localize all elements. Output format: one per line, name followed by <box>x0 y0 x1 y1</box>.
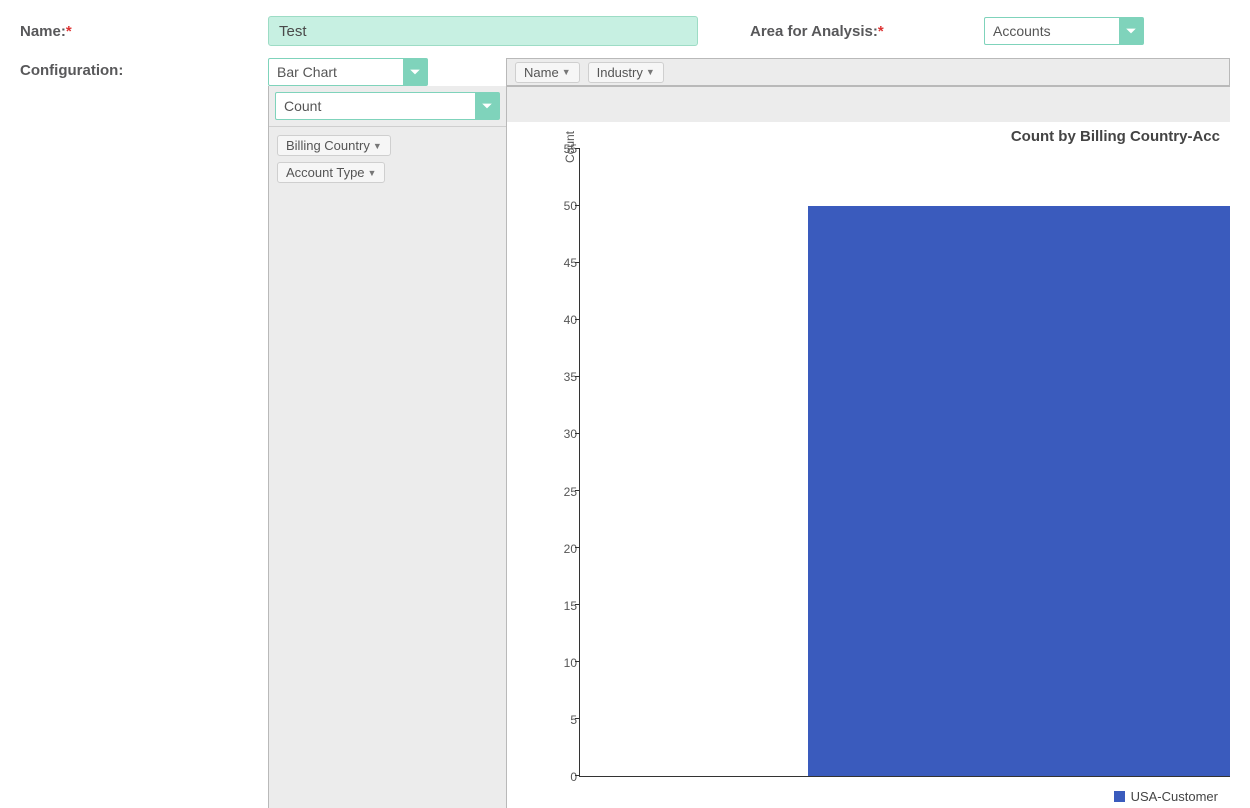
configuration-label: Configuration: <box>20 58 268 79</box>
row-pill[interactable]: Account Type▼ <box>277 162 385 183</box>
form-row-name: Name:* Area for Analysis:* Accounts <box>20 16 1230 46</box>
plot <box>579 149 1230 777</box>
measure-select-value: Count <box>276 93 475 119</box>
area-label: Area for Analysis:* <box>750 23 984 40</box>
y-tick-mark <box>575 148 580 149</box>
y-tick-label: 40 <box>543 313 577 327</box>
name-input[interactable] <box>268 16 698 46</box>
pill-label: Account Type <box>286 165 365 180</box>
legend-label: USA-Customer <box>1131 789 1218 804</box>
y-tick-mark <box>575 604 580 605</box>
column-pill[interactable]: Industry▼ <box>588 62 664 83</box>
y-tick-label: 45 <box>543 256 577 270</box>
area-select-button[interactable] <box>1119 18 1143 44</box>
measure-select-wrap: Count <box>269 86 506 127</box>
name-input-wrap <box>268 16 698 46</box>
y-tick-mark <box>575 661 580 662</box>
y-tick-mark <box>575 205 580 206</box>
chevron-down-icon: ▼ <box>562 67 571 77</box>
form-row-configuration: Configuration: Bar Chart Name▼Industry▼ … <box>20 58 1230 808</box>
chevron-down-icon: ▼ <box>646 67 655 77</box>
plot-wrap: Count 0510152025303540455055 <box>525 145 1230 783</box>
y-tick-label: 0 <box>543 770 577 784</box>
chart-type-row: Bar Chart Name▼Industry▼ <box>268 58 1230 86</box>
chart-type-select[interactable]: Bar Chart <box>268 58 428 86</box>
legend: USA-Customer <box>507 783 1230 808</box>
measure-select-button[interactable] <box>475 93 499 119</box>
pill-label: Industry <box>597 65 643 80</box>
y-tick-mark <box>575 490 580 491</box>
rows-panel: Count Billing Country▼Account Type▼ <box>269 86 507 808</box>
y-tick-label: 15 <box>543 599 577 613</box>
chart-type-value: Bar Chart <box>269 59 403 85</box>
column-pill[interactable]: Name▼ <box>515 62 580 83</box>
y-tick-mark <box>575 775 580 776</box>
y-tick-mark <box>575 547 580 548</box>
y-tick-label: 5 <box>543 713 577 727</box>
chevron-down-icon: ▼ <box>368 168 377 178</box>
pill-label: Name <box>524 65 559 80</box>
y-tick-mark <box>575 319 580 320</box>
row-pill[interactable]: Billing Country▼ <box>277 135 391 156</box>
y-tick-mark <box>575 262 580 263</box>
area-select[interactable]: Accounts <box>984 17 1144 45</box>
y-tick-mark <box>575 433 580 434</box>
bar[interactable] <box>808 206 1231 776</box>
columns-drop-zone[interactable]: Name▼Industry▼ <box>506 58 1230 86</box>
rows-drop-zone[interactable]: Billing Country▼Account Type▼ <box>269 127 506 191</box>
chart-title: Count by Billing Country-Acc <box>507 122 1230 145</box>
y-tick-label: 25 <box>543 485 577 499</box>
y-tick-label: 55 <box>543 142 577 156</box>
chevron-down-icon <box>481 100 493 112</box>
y-tick-mark <box>575 376 580 377</box>
y-tick-label: 35 <box>543 370 577 384</box>
name-label: Name:* <box>20 23 268 40</box>
y-tick-label: 30 <box>543 427 577 441</box>
chevron-down-icon <box>409 66 421 78</box>
page-root: Name:* Area for Analysis:* Accounts Conf… <box>0 0 1250 808</box>
y-tick-label: 20 <box>543 542 577 556</box>
grid-body: Count Billing Country▼Account Type▼ Coun… <box>268 86 1230 808</box>
chevron-down-icon: ▼ <box>373 141 382 151</box>
chart-type-select-button[interactable] <box>403 59 427 85</box>
configuration-body: Bar Chart Name▼Industry▼ Count <box>268 58 1230 808</box>
y-tick-label: 50 <box>543 199 577 213</box>
y-axis-ticks: 0510152025303540455055 <box>543 149 577 777</box>
pill-label: Billing Country <box>286 138 370 153</box>
chart-area: Count by Billing Country-Acc Count 05101… <box>507 86 1230 808</box>
measure-select[interactable]: Count <box>275 92 500 120</box>
chevron-down-icon <box>1125 25 1137 37</box>
values-drop-zone[interactable] <box>506 86 1230 122</box>
area-select-value: Accounts <box>985 18 1119 44</box>
legend-swatch <box>1114 791 1125 802</box>
y-tick-mark <box>575 718 580 719</box>
y-tick-label: 10 <box>543 656 577 670</box>
